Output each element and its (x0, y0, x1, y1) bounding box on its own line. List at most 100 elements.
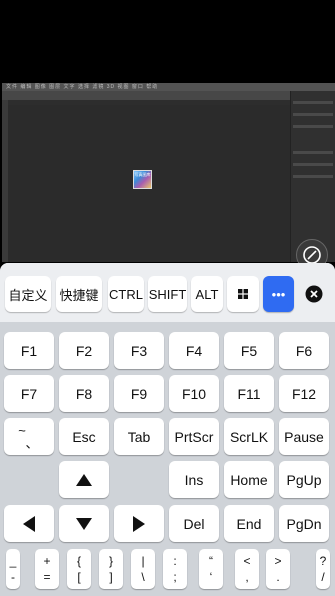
key-end[interactable]: End (224, 505, 274, 542)
key-quote[interactable]: “‘ (199, 549, 223, 589)
key-greater-than[interactable]: >. (266, 549, 290, 589)
key-f4[interactable]: F4 (169, 332, 219, 369)
key-bottom-label: = (43, 570, 51, 584)
key-label: PgDn (286, 515, 322, 532)
key-ins[interactable]: Ins (169, 461, 219, 498)
photoshop-side-panel[interactable] (290, 91, 335, 262)
key-bottom-label: / (321, 570, 325, 584)
key-brace-left[interactable]: {[ (67, 549, 91, 589)
key-bottom-label: [ (77, 570, 81, 584)
alt-button[interactable]: ALT (191, 276, 223, 312)
key-label: F7 (20, 385, 38, 402)
close-circle-icon (305, 285, 322, 303)
key-bottom-label: , (245, 570, 249, 584)
key-f12[interactable]: F12 (279, 375, 329, 412)
photoshop-window[interactable]: 文件 编辑 图像 图层 文字 选择 滤镜 3D 视图 窗口 帮助 (2, 83, 335, 262)
key-bottom-label: 、 (25, 435, 39, 451)
key-f2[interactable]: F2 (59, 332, 109, 369)
panel-row (293, 101, 333, 104)
key-label: F6 (295, 342, 313, 359)
key-bottom-label: - (11, 570, 15, 584)
key-esc[interactable]: Esc (59, 418, 109, 455)
key-less-than[interactable]: <, (235, 549, 259, 589)
key-label: F5 (240, 342, 258, 359)
key-label: Esc (72, 428, 96, 445)
key-label: F11 (237, 385, 261, 402)
key-underscore[interactable]: _ - (6, 549, 20, 589)
more-label: ••• (271, 286, 286, 302)
key-f9[interactable]: F9 (114, 375, 164, 412)
key-pause[interactable]: Pause (279, 418, 329, 455)
key-label: F3 (130, 342, 148, 359)
shift-label: SHIFT (148, 286, 187, 302)
key-pgdn[interactable]: PgDn (279, 505, 329, 542)
key-f8[interactable]: F8 (59, 375, 109, 412)
key-question[interactable]: ? / (316, 549, 330, 589)
key-top-label: + (43, 554, 51, 568)
key-tab[interactable]: Tab (114, 418, 164, 455)
key-label: End (236, 515, 262, 532)
key-f5[interactable]: F5 (224, 332, 274, 369)
key-top-label: > (274, 554, 282, 568)
arrow-up-icon (76, 473, 92, 486)
key-f6[interactable]: F6 (279, 332, 329, 369)
key-label: F2 (75, 342, 93, 359)
key-f1[interactable]: F1 (4, 332, 54, 369)
key-colon[interactable]: :; (163, 549, 187, 589)
windows-icon (238, 289, 248, 299)
key-arrow-down[interactable] (59, 505, 109, 542)
key-bottom-label: . (276, 570, 280, 584)
key-top-label: “ (209, 554, 213, 568)
key-top-label: { (76, 554, 81, 568)
key-label: F10 (181, 385, 207, 402)
shortcut-button[interactable]: 快捷键 (56, 276, 102, 312)
key-pipe[interactable]: | \ (131, 549, 155, 589)
key-top-label: ~ (18, 422, 26, 438)
key-arrow-right[interactable] (114, 505, 164, 542)
close-keyboard-button[interactable] (298, 276, 329, 312)
key-prtscr[interactable]: PrtScr (169, 418, 219, 455)
key-label: Ins (184, 471, 204, 488)
thumbnail-text: 写真图库 (134, 172, 151, 177)
panel-row (293, 175, 333, 178)
key-f7[interactable]: F7 (4, 375, 54, 412)
windows-button[interactable] (227, 276, 259, 312)
key-top-label: ? (319, 554, 327, 568)
key-bottom-label: ‘ (209, 570, 213, 584)
keyboard-toolbar: 自定义 快捷键 CTRL SHIFT ALT ••• (0, 263, 335, 322)
key-bottom-label: ] (109, 570, 113, 584)
key-f3[interactable]: F3 (114, 332, 164, 369)
photoshop-menu-text[interactable]: 文件 编辑 图像 图层 文字 选择 滤镜 3D 视图 窗口 帮助 (6, 83, 158, 91)
photoshop-options-bar[interactable] (2, 91, 335, 100)
custom-button[interactable]: 自定义 (5, 276, 51, 312)
key-bottom-label: ; (173, 570, 177, 584)
key-brace-right[interactable]: }] (99, 549, 123, 589)
key-top-label: < (243, 554, 251, 568)
key-arrow-left[interactable] (4, 505, 54, 542)
key-label: F9 (130, 385, 148, 402)
key-top-label: : (173, 554, 177, 568)
key-home[interactable]: Home (224, 461, 274, 498)
remote-desktop-view[interactable]: 文件 编辑 图像 图层 文字 选择 滤镜 3D 视图 窗口 帮助 写真图库 (0, 0, 335, 271)
photoshop-menubar[interactable]: 文件 编辑 图像 图层 文字 选择 滤镜 3D 视图 窗口 帮助 (2, 83, 335, 91)
key-f11[interactable]: F11 (224, 375, 274, 412)
arrow-right-icon (133, 515, 145, 532)
key-pgup[interactable]: PgUp (279, 461, 329, 498)
shift-button[interactable]: SHIFT (148, 276, 187, 312)
key-scrlk[interactable]: ScrLK (224, 418, 274, 455)
key-f10[interactable]: F10 (169, 375, 219, 412)
key-label: F8 (75, 385, 93, 402)
key-label: F4 (185, 342, 203, 359)
panel-row (293, 151, 333, 154)
more-button[interactable]: ••• (263, 276, 294, 312)
key-label: F1 (20, 342, 38, 359)
virtual-keyboard: 自定义 快捷键 CTRL SHIFT ALT ••• F1 F2 F3 F4 F… (0, 263, 335, 596)
key-top-label: _ (9, 554, 17, 568)
ctrl-button[interactable]: CTRL (108, 276, 144, 312)
key-arrow-up[interactable] (59, 461, 109, 498)
key-del[interactable]: Del (169, 505, 219, 542)
key-plus[interactable]: + = (35, 549, 59, 589)
key-tilde[interactable]: ~、 (4, 418, 54, 455)
key-top-label: | (141, 554, 145, 568)
document-thumbnail-image[interactable]: 写真图库 (133, 170, 152, 189)
